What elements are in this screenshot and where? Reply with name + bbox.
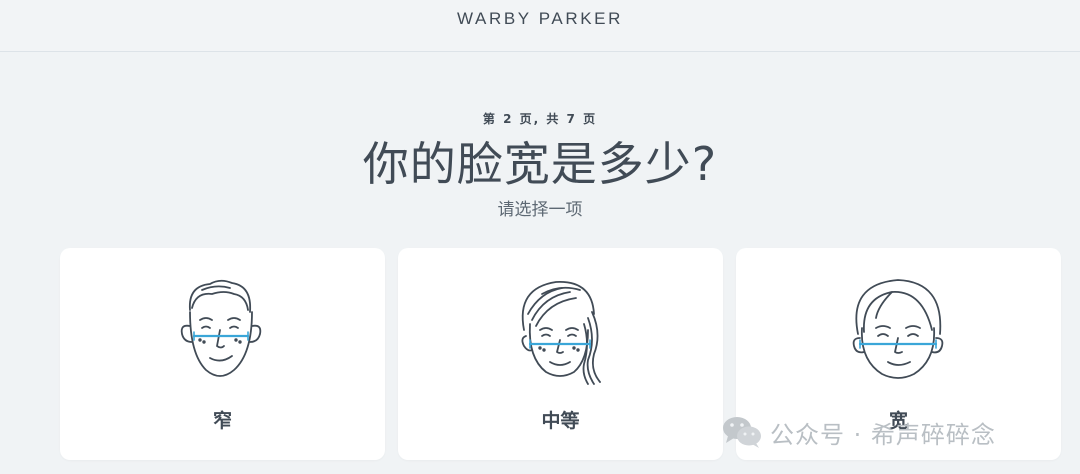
narrow-face-icon [172,274,272,386]
option-label-narrow: 窄 [212,410,232,432]
question-title: 你的脸宽是多少? [362,137,718,191]
option-card-medium[interactable]: 中等 [398,248,723,460]
option-label-medium: 中等 [541,410,580,432]
watermark-text: 公众号 · 希声碎碎念 [770,420,996,449]
question-instruction: 请选择一项 [497,200,583,220]
watermark: 公众号 · 希声碎碎念 [722,412,996,452]
brand-logo[interactable]: WARBY PARKER [0,9,1080,29]
site-header: WARBY PARKER [0,0,1080,52]
medium-face-icon [510,274,610,386]
wide-face-icon [848,274,948,386]
wechat-icon [722,415,762,449]
quiz-progress: 第 2 页, 共 7 页 [482,112,598,126]
option-card-narrow[interactable]: 窄 [60,248,385,460]
